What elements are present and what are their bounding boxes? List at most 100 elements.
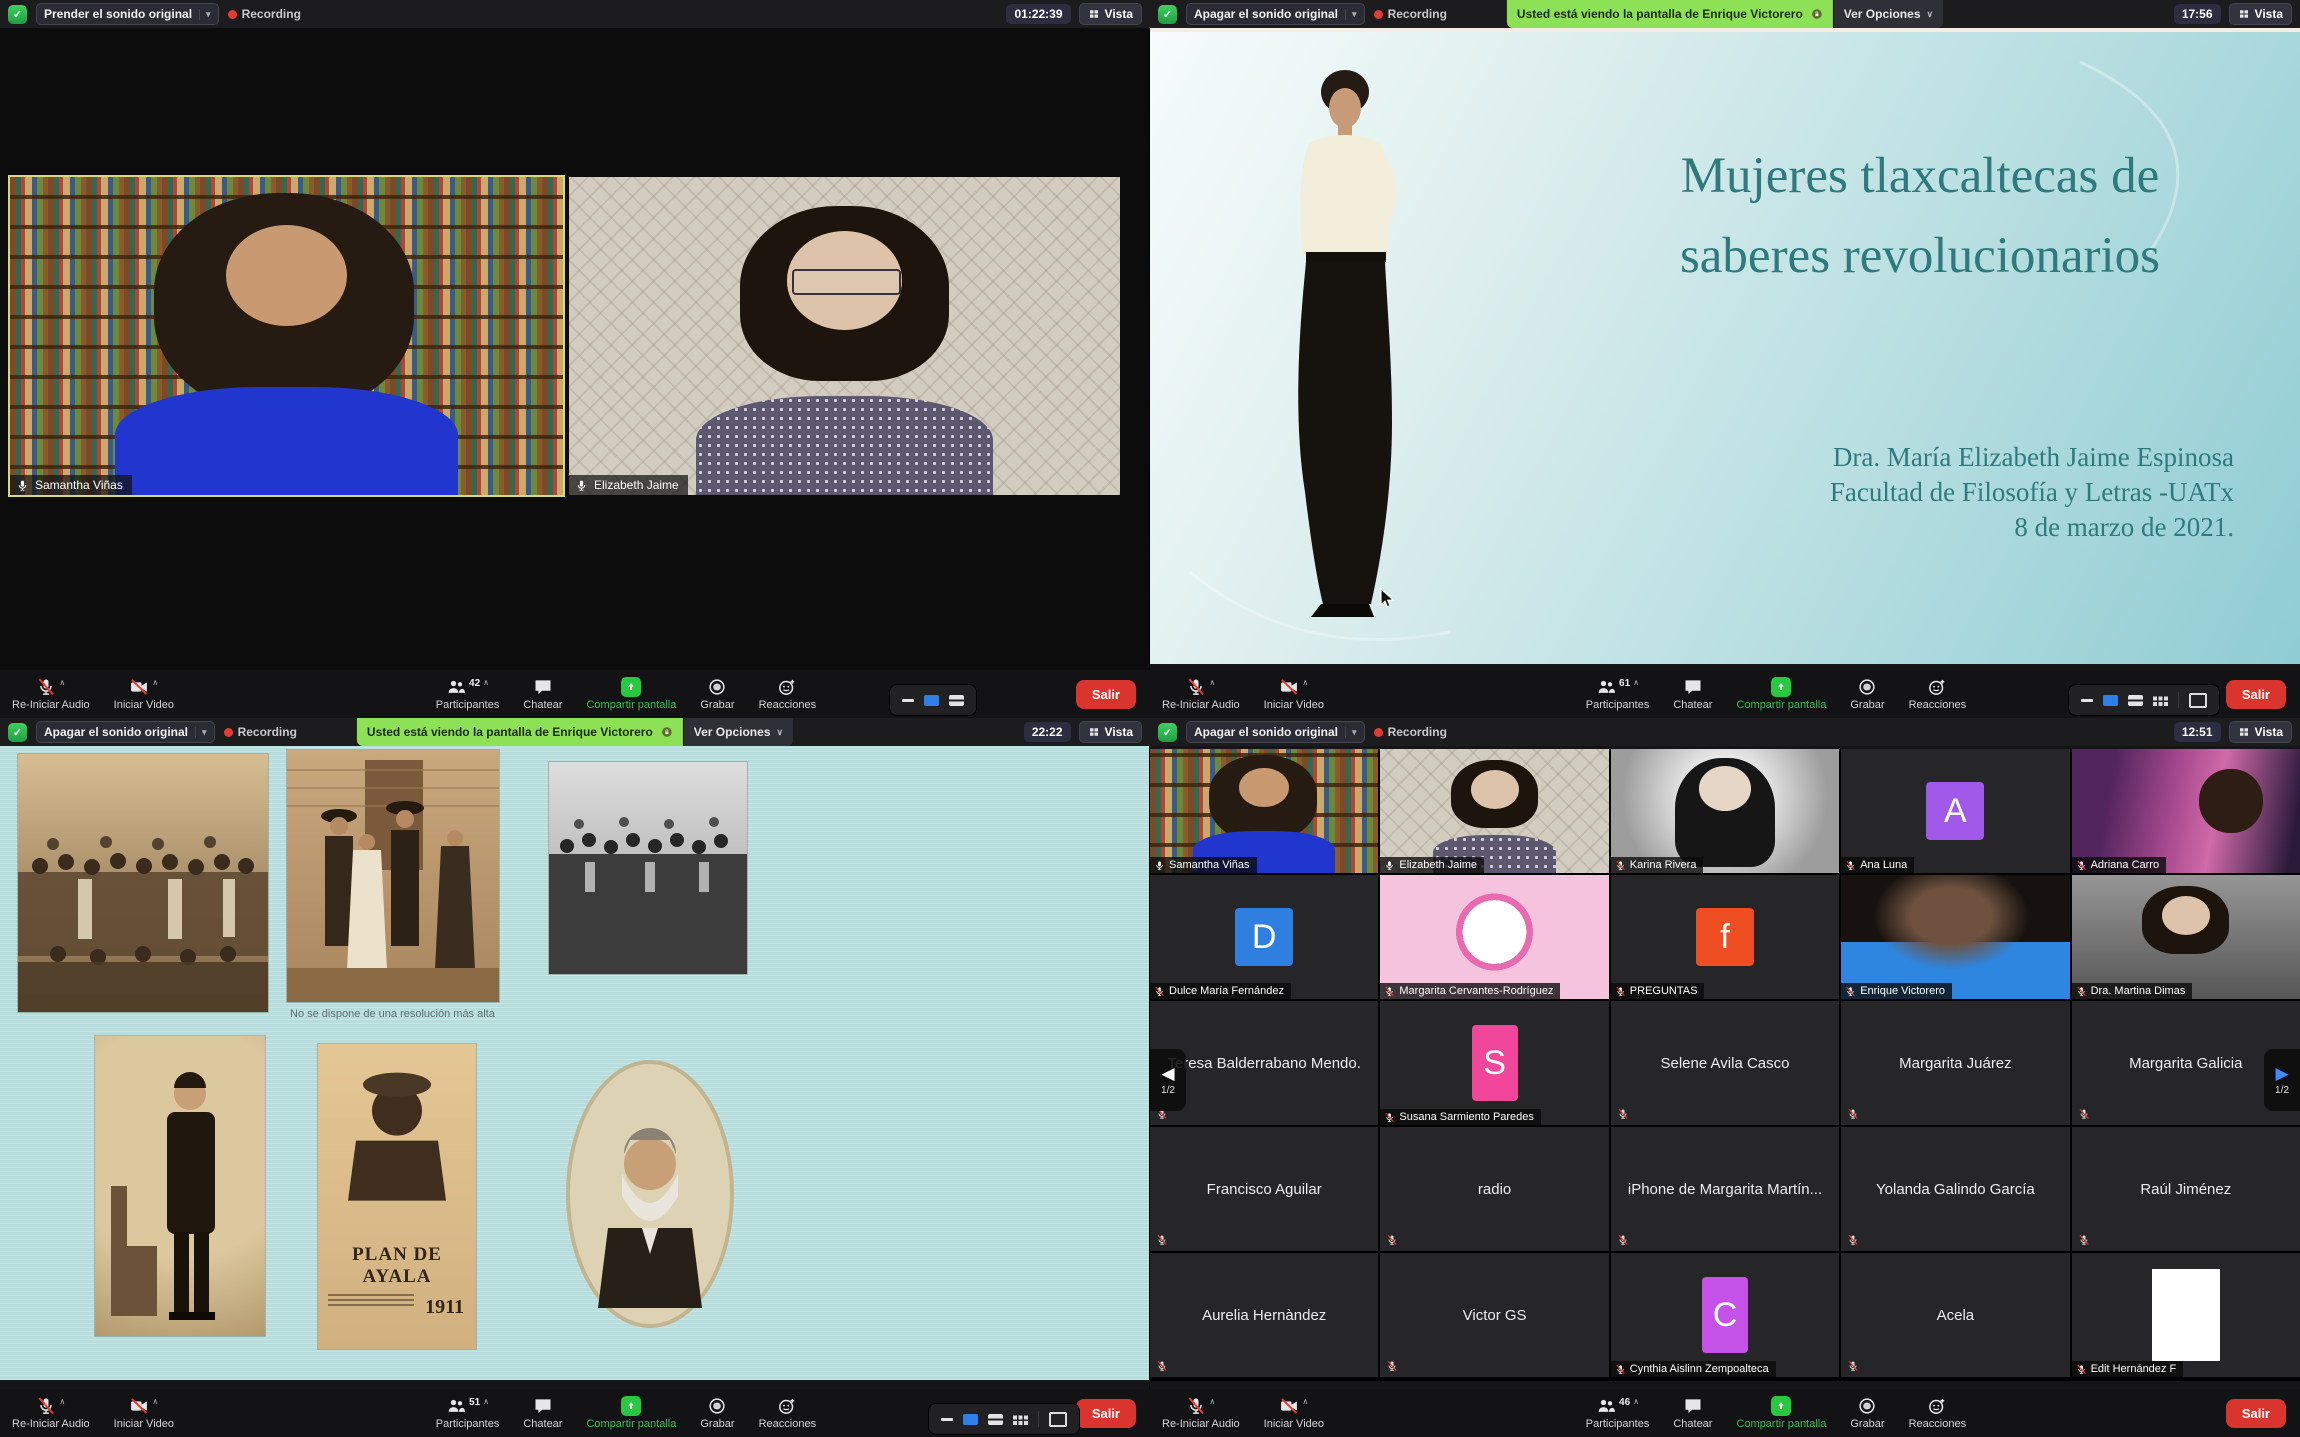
vista-button[interactable]: Vista (2229, 721, 2292, 743)
speaker-view-icon[interactable] (2103, 695, 2118, 706)
list-view-icon[interactable] (988, 1414, 1003, 1425)
reactions-button[interactable]: Reacciones (747, 1389, 828, 1437)
chevron-up-icon[interactable]: ∧ (483, 678, 489, 687)
chevron-up-icon[interactable]: ∧ (152, 678, 158, 687)
security-shield-icon[interactable]: ✓ (1158, 5, 1177, 24)
participant-tile[interactable]: Dra. Martina Dimas (2072, 875, 2300, 999)
participant-tile[interactable]: Selene Avila Casco (1611, 1001, 1839, 1125)
record-button[interactable]: Grabar (1838, 670, 1896, 718)
original-sound-button[interactable]: Prender el sonido original ▾ (36, 3, 219, 25)
reactions-button[interactable]: Reacciones (1897, 1389, 1978, 1437)
video-button[interactable]: ∧ Iniciar Video (102, 670, 186, 718)
speaker-view-icon[interactable] (963, 1414, 978, 1425)
chevron-up-icon[interactable]: ∧ (1633, 678, 1639, 687)
ver-opciones-button[interactable]: Ver Opciones ∨ (683, 718, 793, 746)
gallery-view-icon[interactable] (1013, 1414, 1028, 1425)
thumbnail-view-icon[interactable] (2189, 693, 2207, 708)
video-button[interactable]: ∧ Iniciar Video (102, 1389, 186, 1437)
minimize-view-icon[interactable] (902, 699, 914, 702)
participant-tile[interactable]: f PREGUNTAS (1611, 875, 1839, 999)
view-mode-strip[interactable] (889, 684, 977, 716)
minimize-view-icon[interactable] (2081, 699, 2093, 702)
participant-tile[interactable]: S Susana Sarmiento Paredes (1380, 1001, 1608, 1125)
video-tile-samantha[interactable]: Samantha Viñas (8, 175, 565, 497)
record-button[interactable]: Grabar (1838, 1389, 1896, 1437)
gallery-view-icon[interactable] (2153, 695, 2168, 706)
participant-tile[interactable]: iPhone de Margarita Martín... (1611, 1127, 1839, 1251)
participants-button[interactable]: 61∧ Participantes (1574, 670, 1662, 718)
vista-button[interactable]: Vista (1079, 721, 1142, 743)
audio-button[interactable]: ∧ Re-Iniciar Audio (1150, 1389, 1252, 1437)
original-sound-button[interactable]: Apagar el sonido original ▾ (1186, 721, 1365, 743)
participant-tile[interactable]: radio (1380, 1127, 1608, 1251)
share-screen-button[interactable]: Compartir pantalla (574, 670, 688, 718)
leave-meeting-button[interactable]: Salir (1076, 680, 1136, 709)
chevron-up-icon[interactable]: ∧ (1302, 1397, 1308, 1406)
video-button[interactable]: ∧ Iniciar Video (1252, 670, 1336, 718)
security-shield-icon[interactable]: ✓ (8, 5, 27, 24)
chat-button[interactable]: Chatear (511, 670, 574, 718)
participant-tile[interactable]: Adriana Carro (2072, 749, 2300, 873)
leave-meeting-button[interactable]: Salir (2226, 1399, 2286, 1428)
participant-tile[interactable]: Edit Hernández F (2072, 1253, 2300, 1377)
participant-tile[interactable]: A Ana Luna (1841, 749, 2069, 873)
minimize-view-icon[interactable] (941, 1418, 953, 1421)
chevron-up-icon[interactable]: ∧ (1302, 678, 1308, 687)
chevron-up-icon[interactable]: ∧ (1209, 678, 1215, 687)
audio-button[interactable]: ∧ Re-Iniciar Audio (0, 1389, 102, 1437)
video-tile-elizabeth[interactable]: Elizabeth Jaime (567, 175, 1122, 497)
chevron-up-icon[interactable]: ∧ (483, 1397, 489, 1406)
share-screen-button[interactable]: Compartir pantalla (574, 1389, 688, 1437)
share-screen-button[interactable]: Compartir pantalla (1724, 1389, 1838, 1437)
vista-button[interactable]: Vista (2229, 3, 2292, 25)
participants-button[interactable]: 46∧ Participantes (1574, 1389, 1662, 1437)
thumbnail-view-icon[interactable] (1049, 1412, 1067, 1427)
reactions-button[interactable]: Reacciones (747, 670, 828, 718)
record-button[interactable]: Grabar (688, 670, 746, 718)
gallery-next-page-button[interactable]: ▶ 1/2 (2264, 1049, 2300, 1111)
security-shield-icon[interactable]: ✓ (8, 723, 27, 742)
participant-tile[interactable]: Samantha Viñas (1150, 749, 1378, 873)
participant-tile[interactable]: Aurelia Hernàndez (1150, 1253, 1378, 1377)
original-sound-button[interactable]: Apagar el sonido original ▾ (1186, 3, 1365, 25)
chevron-up-icon[interactable]: ∧ (59, 1397, 65, 1406)
list-view-icon[interactable] (949, 695, 964, 706)
chevron-up-icon[interactable]: ∧ (59, 678, 65, 687)
speaker-view-icon[interactable] (924, 695, 939, 706)
participant-tile[interactable]: C Cynthia Aislinn Zempoalteca (1611, 1253, 1839, 1377)
ver-opciones-button[interactable]: Ver Opciones ∨ (1833, 0, 1943, 28)
participant-tile[interactable]: Elizabeth Jaime (1380, 749, 1608, 873)
participant-tile[interactable]: Margarita Cervantes-Rodríguez (1380, 875, 1608, 999)
leave-meeting-button[interactable]: Salir (2226, 680, 2286, 709)
participant-tile[interactable]: Enrique Victorero (1841, 875, 2069, 999)
chevron-up-icon[interactable]: ∧ (152, 1397, 158, 1406)
participant-tile[interactable]: Acela (1841, 1253, 2069, 1377)
chat-button[interactable]: Chatear (511, 1389, 574, 1437)
participants-button[interactable]: 51∧ Participantes (424, 1389, 512, 1437)
reactions-button[interactable]: Reacciones (1897, 670, 1978, 718)
share-screen-button[interactable]: Compartir pantalla (1724, 670, 1838, 718)
audio-button[interactable]: ∧ Re-Iniciar Audio (1150, 670, 1252, 718)
leave-meeting-button[interactable]: Salir (1076, 1399, 1136, 1428)
participant-tile[interactable]: Karina Rivera (1611, 749, 1839, 873)
participant-tile[interactable]: D Dulce María Fernández (1150, 875, 1378, 999)
vista-button[interactable]: Vista (1079, 3, 1142, 25)
list-view-icon[interactable] (2128, 695, 2143, 706)
chevron-up-icon[interactable]: ∧ (1209, 1397, 1215, 1406)
participants-button[interactable]: 42∧ Participantes (424, 670, 512, 718)
view-mode-strip[interactable] (928, 1403, 1080, 1435)
participant-tile[interactable]: Raúl Jiménez (2072, 1127, 2300, 1251)
chat-button[interactable]: Chatear (1661, 1389, 1724, 1437)
audio-button[interactable]: ∧ Re-Iniciar Audio (0, 670, 102, 718)
participant-tile[interactable]: Victor GS (1380, 1253, 1608, 1377)
original-sound-button[interactable]: Apagar el sonido original ▾ (36, 721, 215, 743)
participant-tile[interactable]: Margarita Juárez (1841, 1001, 2069, 1125)
participant-tile[interactable]: Francisco Aguilar (1150, 1127, 1378, 1251)
security-shield-icon[interactable]: ✓ (1158, 723, 1177, 742)
chat-button[interactable]: Chatear (1661, 670, 1724, 718)
gallery-prev-page-button[interactable]: ◀ 1/2 (1150, 1049, 1186, 1111)
chevron-up-icon[interactable]: ∧ (1633, 1397, 1639, 1406)
video-button[interactable]: ∧ Iniciar Video (1252, 1389, 1336, 1437)
record-button[interactable]: Grabar (688, 1389, 746, 1437)
view-mode-strip[interactable] (2068, 684, 2220, 716)
